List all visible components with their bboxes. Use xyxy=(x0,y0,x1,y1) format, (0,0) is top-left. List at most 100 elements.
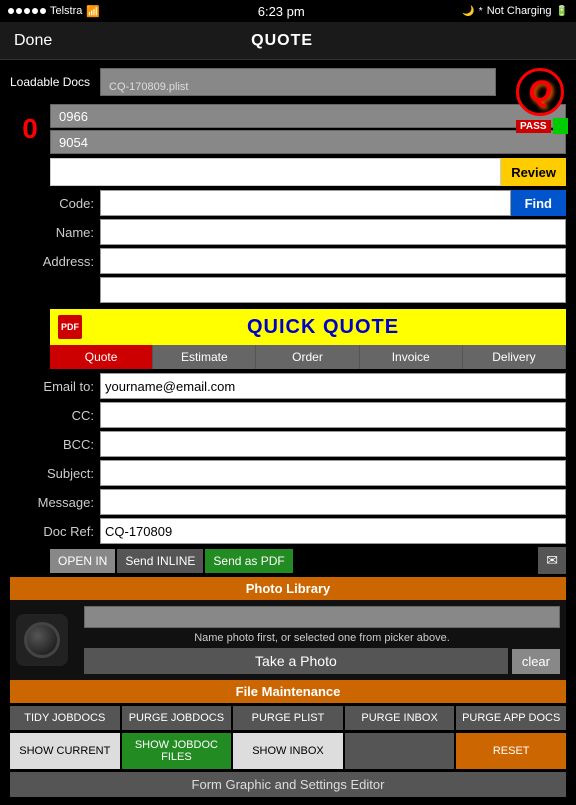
email-to-label: Email to: xyxy=(10,379,100,394)
q-logo: Q PASS xyxy=(516,68,568,120)
carrier-label: Telstra xyxy=(50,5,82,17)
photo-name-field[interactable] xyxy=(84,606,560,628)
address-label: Address: xyxy=(10,254,100,269)
photo-hint: Name photo first, or selected one from p… xyxy=(84,632,560,644)
review-input[interactable] xyxy=(50,158,501,186)
reset-button[interactable]: RESET xyxy=(456,733,566,769)
purge-inbox-button[interactable]: PURGE INBOX xyxy=(345,706,455,730)
battery-label: Not Charging xyxy=(487,5,552,17)
number-field-2: 9054 xyxy=(50,130,566,154)
send-pdf-button[interactable]: Send as PDF xyxy=(205,549,292,573)
page-title: QUOTE xyxy=(251,32,313,50)
maintenance-row-1: TIDY JOBDOCS PURGE JOBDOCS PURGE PLIST P… xyxy=(10,706,566,730)
number-row: 0 0966 9054 xyxy=(10,104,566,154)
status-left: Telstra 📶 xyxy=(8,5,100,18)
bcc-row: BCC: xyxy=(10,431,566,457)
status-bar: Telstra 📶 6:23 pm 🌙 * Not Charging 🔋 xyxy=(0,0,576,22)
status-right: 🌙 * Not Charging 🔋 xyxy=(462,5,568,17)
send-inline-button[interactable]: Send INLINE xyxy=(117,549,203,573)
photo-section: Name photo first, or selected one from p… xyxy=(10,600,566,680)
pass-badge: PASS xyxy=(516,118,568,134)
open-in-button[interactable]: OPEN IN xyxy=(50,549,115,573)
review-find-row: Review xyxy=(50,158,566,186)
loadable-filename: CQ-170809.plist xyxy=(109,81,189,93)
file-maintenance-header: File Maintenance xyxy=(10,680,566,703)
show-jobdoc-files-button[interactable]: SHOW JOBDOC FILES xyxy=(122,733,232,769)
clear-button[interactable]: clear xyxy=(512,649,560,674)
subject-label: Subject: xyxy=(10,466,100,481)
pdf-icon: PDF xyxy=(58,315,82,339)
q-circle: Q xyxy=(516,68,564,116)
tab-estimate[interactable]: Estimate xyxy=(153,345,256,369)
status-time: 6:23 pm xyxy=(258,4,305,19)
quick-quote-banner: PDF QUICK QUOTE xyxy=(50,309,566,345)
address-input-2[interactable] xyxy=(100,277,566,303)
tidy-jobdocs-button[interactable]: TIDY JOBDOCS xyxy=(10,706,120,730)
envelope-button[interactable]: ✉ xyxy=(538,547,566,574)
doc-ref-row: Doc Ref: xyxy=(10,518,566,544)
tab-delivery[interactable]: Delivery xyxy=(463,345,566,369)
photo-library-bar: Photo Library xyxy=(10,577,566,600)
show-current-button[interactable]: SHOW CURRENT xyxy=(10,733,120,769)
bcc-input[interactable] xyxy=(100,431,566,457)
bcc-label: BCC: xyxy=(10,437,100,452)
show-inbox-button[interactable]: SHOW INBOX xyxy=(233,733,343,769)
name-label: Name: xyxy=(10,225,100,240)
message-row: Message: xyxy=(10,489,566,515)
loadable-docs-row: Loadable Docs CQ-170809.plist xyxy=(10,68,566,96)
send-row: OPEN IN Send INLINE Send as PDF ✉ xyxy=(50,547,566,574)
name-row: Name: xyxy=(10,219,566,245)
q-letter: Q xyxy=(528,75,551,109)
photo-right: Name photo first, or selected one from p… xyxy=(84,606,560,674)
cc-input[interactable] xyxy=(100,402,566,428)
subject-row: Subject: xyxy=(10,460,566,486)
wifi-icon: 📶 xyxy=(86,5,100,18)
name-input[interactable] xyxy=(100,219,566,245)
take-photo-button[interactable]: Take a Photo xyxy=(84,648,508,674)
address-input[interactable] xyxy=(100,248,566,274)
review-button[interactable]: Review xyxy=(501,158,566,186)
counter-display: 0 xyxy=(10,113,50,145)
form-editor-bar[interactable]: Form Graphic and Settings Editor xyxy=(10,772,566,797)
cc-row: CC: xyxy=(10,402,566,428)
number-field-1: 0966 xyxy=(50,104,566,128)
purge-app-docs-button[interactable]: PURGE APP DOCS xyxy=(456,706,566,730)
loadable-docs-field[interactable]: CQ-170809.plist xyxy=(100,68,496,96)
maintenance-row-2: SHOW CURRENT SHOW JOBDOC FILES SHOW INBO… xyxy=(10,733,566,769)
message-label: Message: xyxy=(10,495,100,510)
tab-quote[interactable]: Quote xyxy=(50,345,153,369)
email-to-input[interactable] xyxy=(100,373,566,399)
nav-bar: Done QUOTE xyxy=(0,22,576,60)
photo-library-label: Photo Library xyxy=(246,581,331,596)
tabs-row: Quote Estimate Order Invoice Delivery xyxy=(50,345,566,369)
tab-order[interactable]: Order xyxy=(256,345,359,369)
empty-button xyxy=(345,733,455,769)
take-photo-row: Take a Photo clear xyxy=(84,648,560,674)
address-row: Address: xyxy=(10,248,566,274)
purge-jobdocs-button[interactable]: PURGE JOBDOCS xyxy=(122,706,232,730)
battery-icon: 🔋 xyxy=(556,6,568,17)
number-stack: 0966 9054 xyxy=(50,104,566,154)
address-row-2 xyxy=(10,277,566,303)
main-content: Q PASS Loadable Docs CQ-170809.plist 0 0… xyxy=(0,60,576,805)
tab-invoice[interactable]: Invoice xyxy=(360,345,463,369)
moon-icon: 🌙 xyxy=(462,6,474,17)
doc-ref-input[interactable] xyxy=(100,518,566,544)
purge-plist-button[interactable]: PURGE PLIST xyxy=(233,706,343,730)
pass-green-indicator xyxy=(553,118,569,134)
code-row: Code: Find xyxy=(10,190,566,216)
code-label: Code: xyxy=(10,196,100,211)
doc-ref-label: Doc Ref: xyxy=(10,524,100,539)
message-input[interactable] xyxy=(100,489,566,515)
subject-input[interactable] xyxy=(100,460,566,486)
pass-text: PASS xyxy=(516,120,551,133)
code-input[interactable] xyxy=(100,190,511,216)
quick-quote-title: QUICK QUOTE xyxy=(88,316,558,339)
bluetooth-icon: * xyxy=(479,6,483,17)
done-button[interactable]: Done xyxy=(14,32,52,50)
camera-lens xyxy=(24,622,60,658)
find-button[interactable]: Find xyxy=(511,190,566,216)
loadable-docs-label: Loadable Docs xyxy=(10,75,100,89)
cc-label: CC: xyxy=(10,408,100,423)
camera-icon xyxy=(16,614,68,666)
